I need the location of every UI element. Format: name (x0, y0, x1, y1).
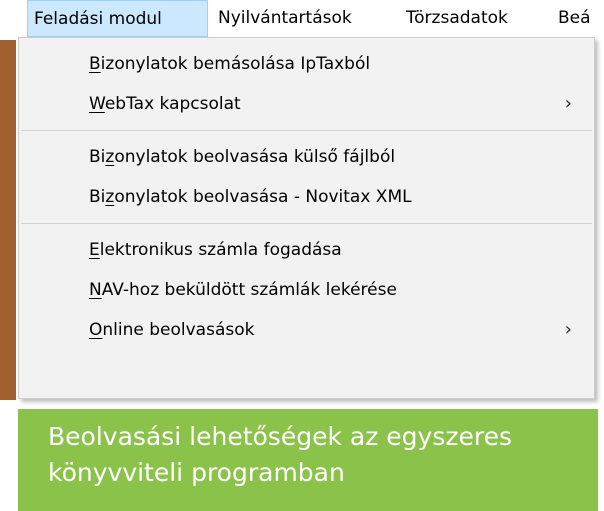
menu-item-bizonylatok-bemasolasa[interactable]: Bizonylatok bemásolása IpTaxból (19, 44, 594, 84)
menu-item-label: NAV-hoz beküldött számlák lekérése (89, 280, 397, 300)
menubar-torzsadatok[interactable]: Törzsadatok (400, 0, 514, 37)
menu-item-webtax-kapcsolat[interactable]: WebTax kapcsolat › (19, 84, 594, 124)
menubar-feladasi-modul[interactable]: Feladási modul (27, 0, 208, 37)
menu-item-label: Bizonylatok bemásolása IpTaxból (89, 54, 371, 74)
menu-item-label: WebTax kapcsolat (89, 94, 241, 114)
menu-item-novitax-xml[interactable]: Bizonylatok beolvasása - Novitax XML (19, 177, 594, 217)
menu-separator (21, 223, 592, 224)
menubar-item-label: Feladási modul (34, 9, 162, 29)
menu-item-label: Elektronikus számla fogadása (89, 240, 342, 260)
background-window (0, 40, 16, 400)
menu-item-label: Online beolvasások (89, 320, 255, 340)
menu-item-online-beolvasasok[interactable]: Online beolvasások › (19, 310, 594, 350)
caption-line-2: könyvviteli programban (48, 458, 345, 487)
caption-line-1: Beolvasási lehetőségek az egyszeres (48, 422, 512, 451)
menu-separator (21, 130, 592, 131)
menu-item-label: Bizonylatok beolvasása - Novitax XML (89, 187, 412, 207)
menu-item-nav-szamlak[interactable]: NAV-hoz beküldött számlák lekérése (19, 270, 594, 310)
menu-item-kulso-fajlbol[interactable]: Bizonylatok beolvasása külső fájlból (19, 137, 594, 177)
submenu-chevron-icon: › (564, 319, 572, 340)
menubar-item-label: Törzsadatok (406, 8, 508, 28)
menubar-bea[interactable]: Beá (552, 0, 597, 37)
menu-item-label: Bizonylatok beolvasása külső fájlból (89, 147, 396, 167)
submenu-chevron-icon: › (564, 93, 572, 114)
dropdown-menu: Bizonylatok bemásolása IpTaxból WebTax k… (18, 37, 595, 399)
menubar-item-label: Nyilvántartások (218, 8, 352, 28)
caption-banner: Beolvasási lehetőségek az egyszeres köny… (18, 409, 598, 511)
menubar-nyilvantartasok[interactable]: Nyilvántartások (212, 0, 358, 37)
menubar: Feladási modul Nyilvántartások Törzsadat… (0, 0, 604, 37)
menu-item-elektronikus-szamla[interactable]: Elektronikus számla fogadása (19, 230, 594, 270)
menubar-item-label: Beá (558, 8, 591, 28)
